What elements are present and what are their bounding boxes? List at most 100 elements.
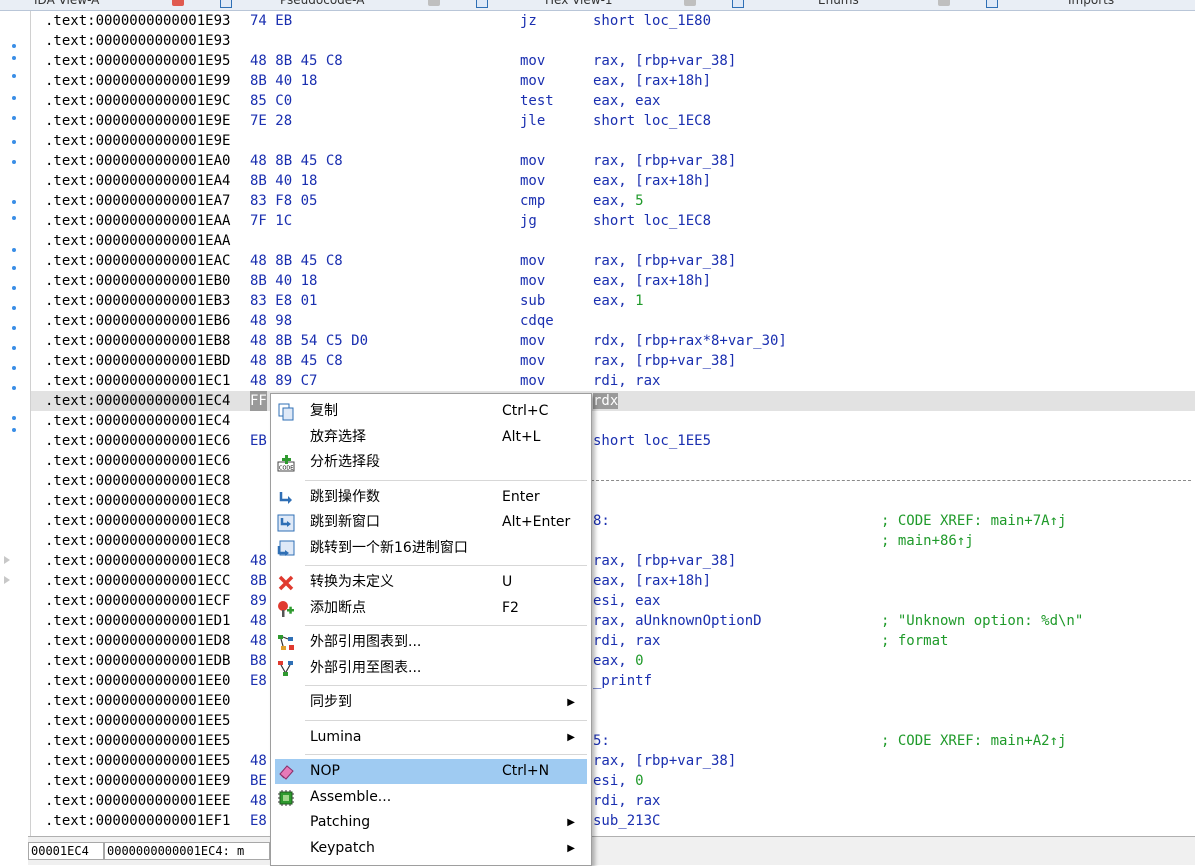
operands[interactable]: rax, [rbp+var_38] xyxy=(593,51,736,71)
operands[interactable]: eax, eax xyxy=(593,91,660,111)
breakpoint-dot-icon[interactable] xyxy=(12,366,16,370)
breakpoint-dot-icon[interactable] xyxy=(12,200,16,204)
listing-row[interactable]: .text:0000000000001EA0 48 8B 45 C8 mov rax,… xyxy=(31,151,1195,171)
operand-text[interactable]: short loc_1EE5 xyxy=(593,433,711,449)
operand-text[interactable]: rdi, rax xyxy=(593,373,660,389)
operands[interactable]: short loc_1E80 xyxy=(593,11,711,31)
close-icon[interactable] xyxy=(428,0,440,6)
arrows-gutter[interactable] xyxy=(0,11,31,836)
listing-row[interactable]: .text:0000000000001EC4 FF rdx xyxy=(31,391,1195,411)
operand-text[interactable]: rax, [rbp+var_38] xyxy=(593,753,736,769)
breakpoint-dot-icon[interactable] xyxy=(12,346,16,350)
operand-text[interactable]: rdi, rax xyxy=(593,633,660,649)
tab-ida-view-a[interactable]: IDA View-A xyxy=(34,0,99,9)
operands[interactable]: rax, [rbp+var_38] xyxy=(593,251,736,271)
operands[interactable]: rax, [rbp+var_38] xyxy=(593,551,736,571)
operands[interactable]: esi, 0 xyxy=(593,771,644,791)
listing-row[interactable]: .text:0000000000001E9C 85 C0 test eax, eax xyxy=(31,91,1195,111)
operands[interactable]: eax, [rax+18h] xyxy=(593,571,711,591)
operands[interactable]: eax, [rax+18h] xyxy=(593,71,711,91)
listing-row[interactable]: .text:0000000000001E93 xyxy=(31,31,1195,51)
close-icon[interactable] xyxy=(172,0,184,6)
listing-row[interactable]: .text:0000000000001EE5 5: ; CODE XREF: mai… xyxy=(31,731,1195,751)
operand-text[interactable]: rdx, [rbp+rax*8+var_30] xyxy=(593,333,787,349)
listing-row[interactable]: .text:0000000000001EE0 E8 _printf xyxy=(31,671,1195,691)
operand-text[interactable]: rax, [rbp+var_38] xyxy=(593,253,736,269)
breakpoint-dot-icon[interactable] xyxy=(12,386,16,390)
operand-text[interactable]: eax, [rax+18h] xyxy=(593,273,711,289)
listing-row[interactable]: .text:0000000000001EB0 8B 40 18 mov eax, [r… xyxy=(31,271,1195,291)
breakpoint-dot-icon[interactable] xyxy=(12,140,16,144)
operand-text[interactable]: _printf xyxy=(593,673,652,689)
operands[interactable]: 5: xyxy=(593,731,610,751)
menu-item[interactable]: 外部引用至图表... xyxy=(275,656,587,681)
listing-row[interactable]: .text:0000000000001EC8 xyxy=(31,491,1195,511)
operands[interactable]: rdi, rax xyxy=(593,631,660,651)
menu-item[interactable]: 放弃选择 Alt+L xyxy=(275,425,587,450)
listing-row[interactable]: .text:0000000000001ED8 48 rdi, rax ; format xyxy=(31,631,1195,651)
operand-text[interactable]: 5: xyxy=(593,733,610,749)
operands[interactable]: rax, aUnknownOptionD xyxy=(593,611,762,631)
listing-row[interactable]: .text:0000000000001E9E 7E 28 jle short loc_… xyxy=(31,111,1195,131)
mnemonic[interactable]: sub xyxy=(520,291,545,311)
mnemonic[interactable]: mov xyxy=(520,351,545,371)
listing-row[interactable]: .text:0000000000001EF1 E8 sub_213C xyxy=(31,811,1195,831)
listing-row[interactable]: .text:0000000000001ED1 48 rax, aUnknownOpt… xyxy=(31,611,1195,631)
mnemonic[interactable]: mov xyxy=(520,371,545,391)
menu-item[interactable]: 转换为未定义 U xyxy=(275,570,587,595)
operand-text[interactable]: eax, xyxy=(593,193,635,209)
tab-enums[interactable]: Enums xyxy=(818,0,859,9)
mnemonic[interactable]: jg xyxy=(520,211,537,231)
operand-text[interactable]: rax, [rbp+var_38] xyxy=(593,353,736,369)
operands[interactable]: short loc_1EC8 xyxy=(593,111,711,131)
listing-row[interactable]: .text:0000000000001E93 74 EB jz short loc_1… xyxy=(31,11,1195,31)
operands[interactable]: eax, [rax+18h] xyxy=(593,271,711,291)
mnemonic[interactable]: test xyxy=(520,91,554,111)
operand-text[interactable]: eax, eax xyxy=(593,93,660,109)
operands[interactable]: sub_213C xyxy=(593,811,660,831)
breakpoint-dot-icon[interactable] xyxy=(12,74,16,78)
tab-hex-view-1[interactable]: Hex View-1 xyxy=(545,0,613,9)
menu-item[interactable]: 外部引用图表到... xyxy=(275,630,587,655)
listing-row[interactable]: .text:0000000000001EC4 xyxy=(31,411,1195,431)
operand-text[interactable]: esi, eax xyxy=(593,593,660,609)
listing-row[interactable]: .text:0000000000001EC8 8: ; CODE XREF: mai… xyxy=(31,511,1195,531)
listing-row[interactable]: .text:0000000000001EC6 xyxy=(31,451,1195,471)
operands[interactable]: esi, eax xyxy=(593,591,660,611)
operands[interactable]: rdi, rax xyxy=(593,371,660,391)
operand-text[interactable]: rax, [rbp+var_38] xyxy=(593,553,736,569)
operand-text[interactable]: esi, xyxy=(593,773,635,789)
operands[interactable]: _printf xyxy=(593,671,652,691)
listing-row[interactable]: .text:0000000000001E95 48 8B 45 C8 mov rax,… xyxy=(31,51,1195,71)
mnemonic[interactable]: jz xyxy=(520,11,537,31)
disassembly-listing[interactable]: .text:0000000000001E93 74 EB jz short loc_1… xyxy=(31,11,1195,836)
operand-text[interactable]: rax, [rbp+var_38] xyxy=(593,53,736,69)
mnemonic[interactable]: mov xyxy=(520,171,545,191)
breakpoint-dot-icon[interactable] xyxy=(12,116,16,120)
mnemonic[interactable]: cmp xyxy=(520,191,545,211)
listing-row[interactable]: .text:0000000000001EB8 48 8B 54 C5 D0 mov r… xyxy=(31,331,1195,351)
operand-text[interactable]: eax, [rax+18h] xyxy=(593,573,711,589)
menu-item[interactable]: NOP Ctrl+N xyxy=(275,759,587,784)
breakpoint-dot-icon[interactable] xyxy=(12,160,16,164)
operands[interactable]: rax, [rbp+var_38] xyxy=(593,751,736,771)
listing-row[interactable]: .text:0000000000001EE0 xyxy=(31,691,1195,711)
operand-text[interactable]: sub_213C xyxy=(593,813,660,829)
breakpoint-dot-icon[interactable] xyxy=(12,286,16,290)
operands[interactable]: rdx, [rbp+rax*8+var_30] xyxy=(593,331,787,351)
listing-row[interactable]: .text:0000000000001EC6 EB short loc_1EE5 xyxy=(31,431,1195,451)
operand-text[interactable]: eax, [rax+18h] xyxy=(593,173,711,189)
menu-item[interactable]: 复制 Ctrl+C xyxy=(275,399,587,424)
operands[interactable]: rax, [rbp+var_38] xyxy=(593,151,736,171)
menu-item[interactable]: 跳转到一个新16进制窗口 xyxy=(275,536,587,561)
listing-row[interactable]: .text:0000000000001EBD 48 8B 45 C8 mov rax,… xyxy=(31,351,1195,371)
breakpoint-dot-icon[interactable] xyxy=(12,428,16,432)
operand-text[interactable]: eax, [rax+18h] xyxy=(593,73,711,89)
operands[interactable]: short loc_1EE5 xyxy=(593,431,711,451)
mnemonic[interactable]: mov xyxy=(520,251,545,271)
listing-row[interactable]: .text:0000000000001EEE 48 rdi, rax xyxy=(31,791,1195,811)
menu-item[interactable]: 添加断点 F2 xyxy=(275,596,587,621)
listing-row[interactable]: .text:0000000000001EAC 48 8B 45 C8 mov rax,… xyxy=(31,251,1195,271)
mnemonic[interactable]: cdqe xyxy=(520,311,554,331)
listing-row[interactable]: .text:0000000000001EAA xyxy=(31,231,1195,251)
